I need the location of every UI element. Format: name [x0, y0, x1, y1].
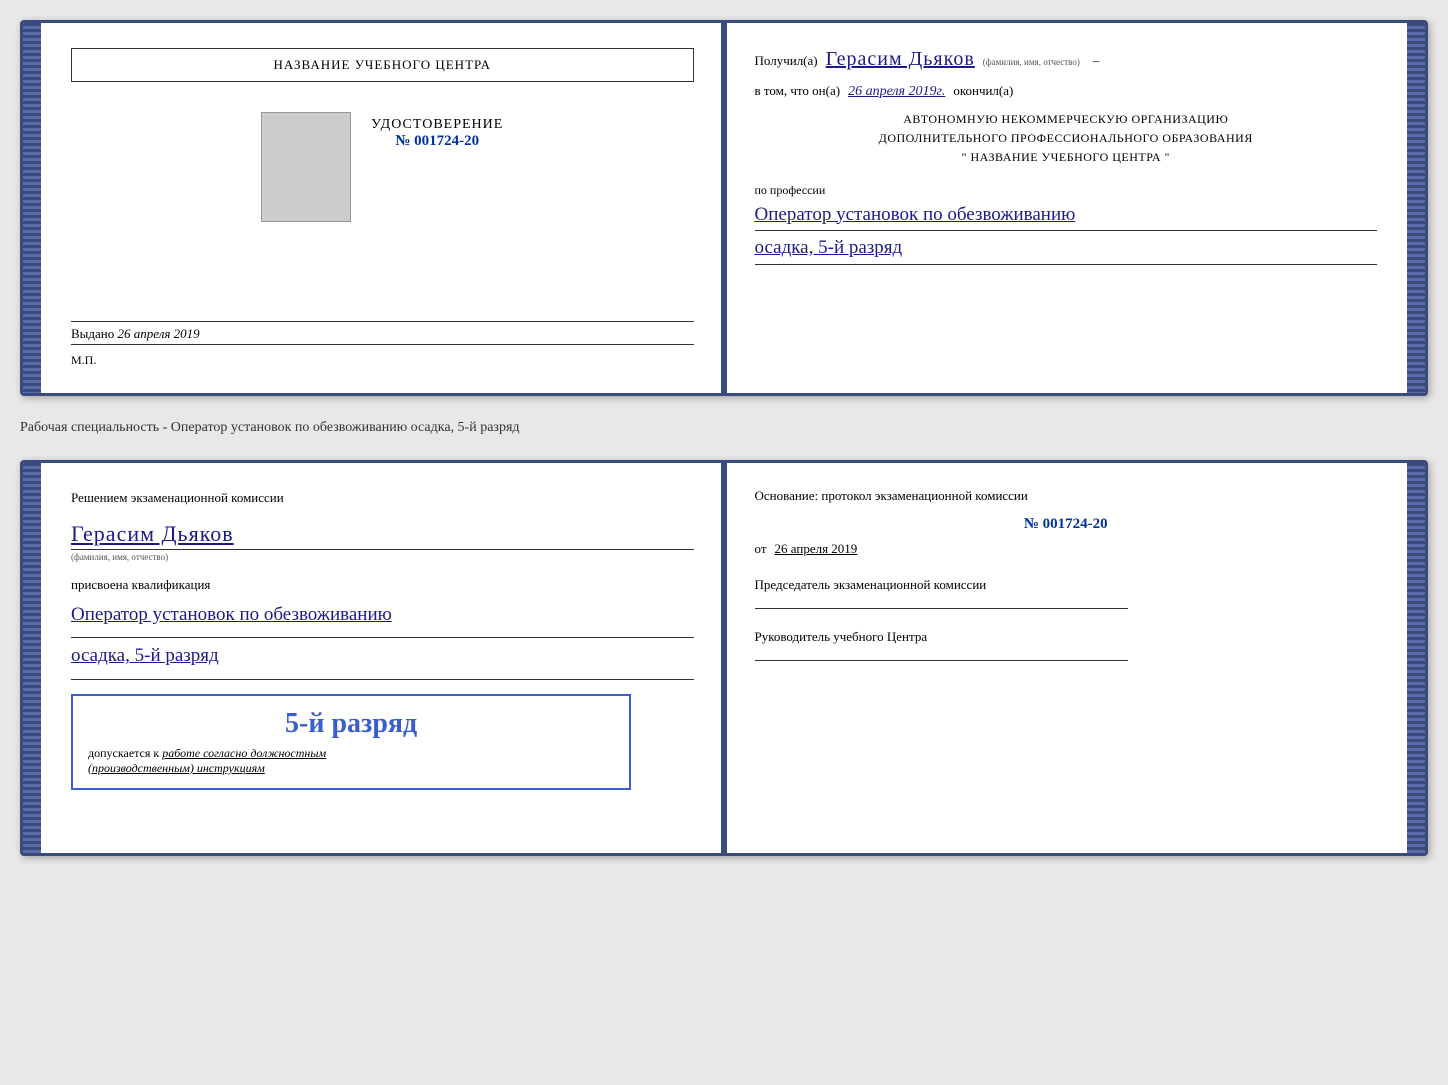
prisvoena-label: присвоена квалификация — [71, 577, 694, 593]
ot-prefix: от — [755, 541, 767, 557]
photo-placeholder — [261, 112, 351, 222]
profession-line1: Оператор установок по обезвоживанию — [755, 202, 1378, 229]
poluchil-line: Получил(а) Герасим Дьяков (фамилия, имя,… — [755, 48, 1378, 71]
exam-left-content: Решением экзаменационной комиссии Гераси… — [71, 488, 694, 828]
cert-left-panel: НАЗВАНИЕ УЧЕБНОГО ЦЕНТРА УДОСТОВЕРЕНИЕ №… — [41, 23, 724, 393]
stamp-text2: (производственным) инструкциям — [88, 761, 265, 775]
exam-name-block: Герасим Дьяков (фамилия, имя, отчество) — [71, 521, 694, 562]
exam-recipient-name: Герасим Дьяков — [71, 521, 234, 546]
cert-middle: УДОСТОВЕРЕНИЕ № 001724-20 — [371, 117, 503, 150]
bottom-document-card: Решением экзаменационной комиссии Гераси… — [20, 460, 1428, 856]
org-line1: АВТОНОМНУЮ НЕКОММЕРЧЕСКУЮ ОРГАНИЗАЦИЮ — [755, 110, 1378, 129]
cert-bottom: Выдано 26 апреля 2019 М.П. — [71, 317, 694, 368]
stamp-box: 5-й разряд допускается к работе согласно… — [71, 694, 631, 790]
dash: – — [1093, 53, 1100, 69]
bottom-right-stripe — [1407, 463, 1425, 853]
stamp-text1: допускается к — [88, 746, 159, 760]
cert-title-box: НАЗВАНИЕ УЧЕБНОГО ЦЕНТРА — [71, 48, 694, 82]
po-professii: по профессии — [755, 183, 1378, 198]
fio-subtitle: (фамилия, имя, отчество) — [983, 57, 1080, 67]
vtom-line: в том, что он(а) 26 апреля 2019г. окончи… — [755, 83, 1378, 100]
exam-title-text: Решением экзаменационной комиссии — [71, 490, 284, 505]
top-document-card: НАЗВАНИЕ УЧЕБНОГО ЦЕНТРА УДОСТОВЕРЕНИЕ №… — [20, 20, 1428, 396]
org-block: АВТОНОМНУЮ НЕКОММЕРЧЕСКУЮ ОРГАНИЗАЦИЮ ДО… — [755, 110, 1378, 168]
stamp-rank: 5-й разряд — [88, 708, 614, 740]
ruk-block: Руководитель учебного Центра — [755, 629, 1378, 661]
exam-right-panel: Основание: протокол экзаменационной коми… — [724, 463, 1408, 853]
stamp-underline: работе согласно должностным — [162, 746, 326, 760]
exam-fio-subtitle: (фамилия, имя, отчество) — [71, 552, 694, 562]
mp-label: М.П. — [71, 353, 694, 368]
chairman-block: Председатель экзаменационной комиссии — [755, 577, 1378, 609]
vtom-date: 26 апреля 2019г. — [848, 84, 945, 100]
udost-label: УДОСТОВЕРЕНИЕ — [371, 117, 503, 133]
chairman-sign-line — [755, 608, 1129, 609]
desc-line: Рабочая специальность - Оператор установ… — [20, 414, 1428, 442]
exam-left-panel: Решением экзаменационной комиссии Гераси… — [41, 463, 724, 853]
page-wrapper: НАЗВАНИЕ УЧЕБНОГО ЦЕНТРА УДОСТОВЕРЕНИЕ №… — [20, 20, 1428, 856]
ot-date: 26 апреля 2019 — [775, 541, 858, 557]
exam-right-content: Основание: протокол экзаменационной коми… — [755, 488, 1378, 661]
vydano-line: Выдано 26 апреля 2019 — [71, 326, 694, 345]
osnov-label: Основание: протокол экзаменационной коми… — [755, 488, 1028, 503]
vydano-label: Выдано — [71, 326, 114, 341]
vtom-label: в том, что он(а) — [755, 83, 841, 99]
cert-number: № 001724-20 — [371, 133, 503, 150]
exam-name-line: Герасим Дьяков — [71, 521, 694, 550]
bottom-left-stripe — [23, 463, 41, 853]
org-line2: ДОПОЛНИТЕЛЬНОГО ПРОФЕССИОНАЛЬНОГО ОБРАЗО… — [755, 129, 1378, 148]
osnov-title: Основание: протокол экзаменационной коми… — [755, 488, 1378, 504]
profession-line2: осадка, 5-й разряд — [755, 235, 1378, 262]
right-stripe — [1407, 23, 1425, 393]
stamp-text-block: допускается к работе согласно должностны… — [88, 746, 614, 776]
qual-line2: осадка, 5-й разряд — [71, 642, 694, 671]
ruk-sign-line — [755, 660, 1129, 661]
chairman-title: Председатель экзаменационной комиссии — [755, 577, 1378, 593]
ot-line: от 26 апреля 2019 — [755, 541, 1378, 557]
ruk-title: Руководитель учебного Центра — [755, 629, 1378, 645]
okonchil-label: окончил(а) — [953, 83, 1013, 99]
vydano-date: 26 апреля 2019 — [118, 326, 200, 341]
cert-right-content: Получил(а) Герасим Дьяков (фамилия, имя,… — [755, 48, 1378, 265]
cert-right-panel: Получил(а) Герасим Дьяков (фамилия, имя,… — [724, 23, 1408, 393]
protocol-num: № 001724-20 — [755, 516, 1378, 533]
poluchil-label: Получил(а) — [755, 53, 818, 69]
recipient-name: Герасим Дьяков — [826, 48, 975, 71]
org-line3: " НАЗВАНИЕ УЧЕБНОГО ЦЕНТРА " — [755, 148, 1378, 167]
left-stripe — [23, 23, 41, 393]
qual-line1: Оператор установок по обезвоживанию — [71, 601, 694, 630]
exam-title: Решением экзаменационной комиссии — [71, 488, 694, 509]
